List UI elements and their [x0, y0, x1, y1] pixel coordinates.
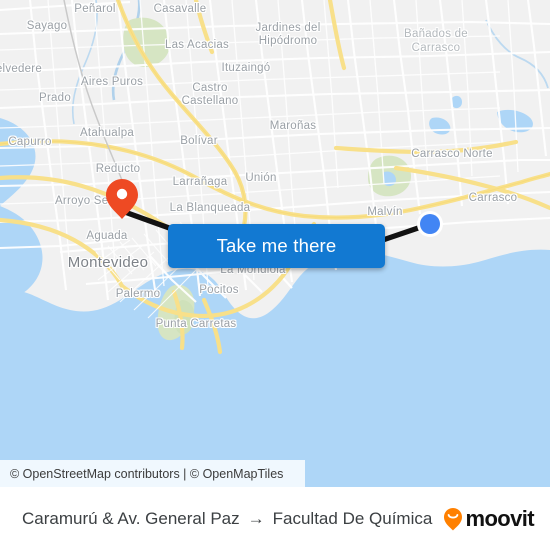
moovit-logo[interactable]: moovit: [442, 505, 535, 532]
arrow-right-icon: →: [247, 508, 265, 528]
attribution-text: © OpenStreetMap contributors | © OpenMap…: [10, 466, 284, 481]
moovit-pin-icon: [444, 507, 463, 530]
take-me-there-button[interactable]: Take me there: [168, 224, 385, 268]
footer-bar: Caramurú & Av. General Paz → Facultad De…: [0, 487, 550, 550]
trip-title: Caramurú & Av. General Paz → Facultad De…: [22, 509, 432, 529]
origin-pin-icon: [106, 179, 138, 219]
trip-destination: Facultad De Química: [272, 508, 433, 528]
take-me-there-label: Take me there: [216, 235, 337, 256]
map-canvas[interactable]: Peñarol Casavalle Sayago Jardines del Hipódr…: [0, 0, 550, 487]
map-screenshot: Peñarol Casavalle Sayago Jardines del Hipódr…: [0, 0, 550, 550]
map-attribution[interactable]: © OpenStreetMap contributors | © OpenMap…: [0, 460, 305, 487]
moovit-wordmark: moovit: [465, 505, 534, 531]
trip-origin: Caramurú & Av. General Paz: [22, 508, 240, 528]
